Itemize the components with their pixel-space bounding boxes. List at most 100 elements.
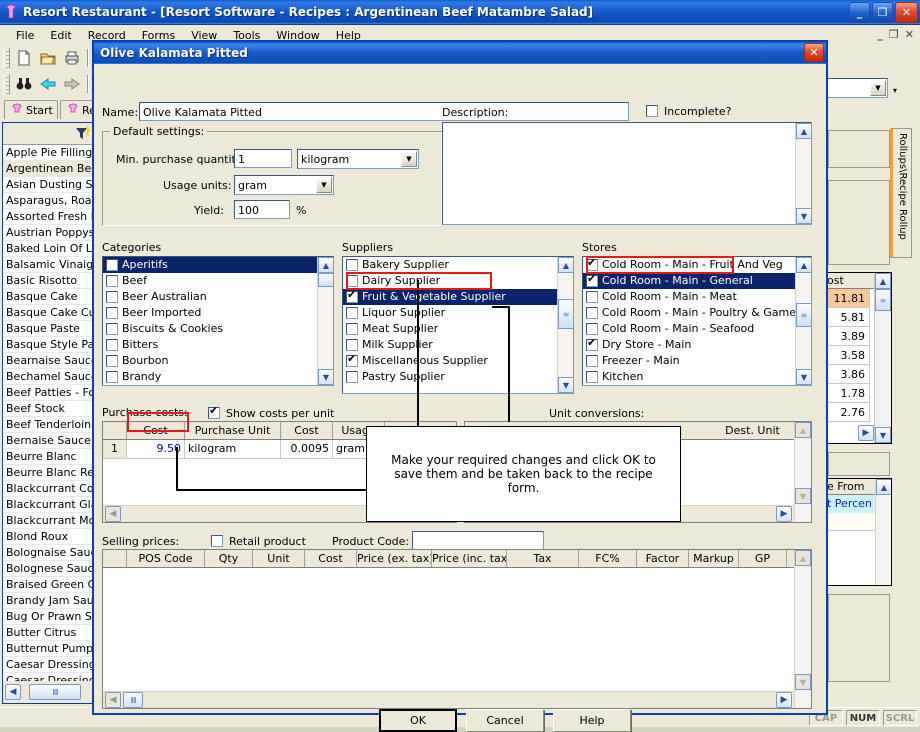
sp-col-rownum[interactable] bbox=[103, 550, 127, 567]
category-item-checkbox[interactable] bbox=[106, 259, 118, 271]
category-item-checkbox[interactable] bbox=[106, 275, 118, 287]
list-item[interactable]: Beef Patties - For bbox=[3, 385, 95, 401]
list-item[interactable]: Bug Or Prawn Sou bbox=[3, 609, 95, 625]
list-item[interactable]: Argentinean Beef bbox=[3, 161, 95, 177]
store-item[interactable]: Cold Room - Main - Fruit And Veg bbox=[583, 257, 796, 273]
sp-col-fc-percent[interactable]: FC% bbox=[579, 550, 637, 567]
supplier-item[interactable]: Miscellaneous Supplier bbox=[343, 353, 558, 369]
recipe-list-hscrollbar[interactable]: ◀ IIII bbox=[3, 681, 95, 703]
stores-items[interactable]: Cold Room - Main - Fruit And Veg Cold Roo… bbox=[583, 257, 796, 385]
list-item[interactable]: Blackcurrant Couli bbox=[3, 481, 95, 497]
mdi-minimize-button[interactable]: _ bbox=[877, 28, 883, 41]
scroll-right-icon[interactable]: ▶ bbox=[776, 692, 792, 708]
cost-cell[interactable]: 3.58 bbox=[825, 346, 870, 365]
category-item[interactable]: Brandy bbox=[103, 369, 318, 385]
supplier-item-checkbox[interactable] bbox=[346, 259, 358, 271]
store-item-checkbox[interactable] bbox=[586, 323, 598, 335]
price-scroll-up-icon[interactable]: ▲ bbox=[876, 479, 891, 495]
category-item[interactable]: Bitters bbox=[103, 337, 318, 353]
pc-col-cost2[interactable]: Cost bbox=[281, 422, 333, 439]
list-item[interactable]: Beef Stock bbox=[3, 401, 95, 417]
supplier-item-checkbox[interactable] bbox=[346, 289, 358, 303]
store-item[interactable]: Freezer - Main bbox=[583, 353, 796, 369]
supplier-item-checkbox[interactable] bbox=[346, 275, 358, 287]
filter-funnel-icon[interactable] bbox=[75, 126, 91, 144]
scroll-left-icon[interactable]: ◀ bbox=[5, 684, 21, 700]
scroll-up-icon[interactable]: ▲ bbox=[795, 422, 811, 438]
sp-col-cost[interactable]: Cost bbox=[305, 550, 357, 567]
list-item[interactable]: Braised Green Cab bbox=[3, 577, 95, 593]
incomplete-checkbox[interactable] bbox=[646, 104, 658, 117]
list-item[interactable]: Asparagus, Roast bbox=[3, 193, 95, 209]
list-item[interactable]: Bolognese Sauce bbox=[3, 561, 95, 577]
list-item[interactable]: Asian Dusting Sug bbox=[3, 177, 95, 193]
categories-items[interactable]: Aperitifs Beef Beer Australian Beer Importe… bbox=[103, 257, 318, 385]
list-item[interactable]: Blackcurrant Glaz bbox=[3, 497, 95, 513]
list-item[interactable]: Blond Roux bbox=[3, 529, 95, 545]
store-item-checkbox[interactable] bbox=[586, 337, 598, 351]
supplier-item[interactable]: Bakery Supplier bbox=[343, 257, 558, 273]
sp-col-qty[interactable]: Qty bbox=[205, 550, 253, 567]
list-item[interactable]: Beurre Blanc Red bbox=[3, 465, 95, 481]
scroll-down-icon[interactable]: ▼ bbox=[796, 208, 811, 224]
category-item[interactable]: Biscuits & Cookies bbox=[103, 321, 318, 337]
print-icon[interactable] bbox=[60, 47, 84, 69]
open-folder-icon[interactable] bbox=[36, 47, 60, 69]
description-vscrollbar[interactable]: ▲ ▼ bbox=[795, 123, 811, 224]
store-item[interactable]: Kitchen bbox=[583, 369, 796, 385]
categories-scroll-thumb[interactable] bbox=[318, 273, 333, 287]
store-item[interactable]: Cold Room - Main - Meat bbox=[583, 289, 796, 305]
restore-button[interactable]: ❐ bbox=[872, 2, 893, 23]
suppliers-listbox[interactable]: Bakery Supplier Dairy Supplier Fruit & Veg… bbox=[342, 256, 574, 394]
cost-grid-vscrollbar[interactable]: ▲ ≡ ▼ bbox=[874, 273, 891, 443]
sp-col-price-ex-tax[interactable]: Price (ex. tax) bbox=[357, 550, 432, 567]
product-code-input[interactable] bbox=[412, 531, 544, 550]
recipe-list[interactable]: Apple Pie Filling Argentinean Beef Asian D… bbox=[3, 145, 95, 681]
scroll-down-icon[interactable]: ▼ bbox=[796, 369, 811, 385]
price-source-grid[interactable]: e From t Percen ▲ bbox=[824, 478, 892, 586]
stores-vscrollbar[interactable]: ▲ ≡ ▼ bbox=[795, 257, 811, 385]
store-item-checkbox[interactable] bbox=[586, 307, 598, 319]
menu-edit[interactable]: Edit bbox=[42, 27, 79, 44]
list-item[interactable]: Bechamel Sauce bbox=[3, 369, 95, 385]
scroll-down-icon[interactable]: ▼ bbox=[795, 488, 811, 504]
pc-purchase-unit-cell[interactable]: kilogram bbox=[185, 440, 281, 459]
category-item-checkbox[interactable] bbox=[106, 307, 118, 319]
supplier-item-checkbox[interactable] bbox=[346, 307, 358, 319]
supplier-item[interactable]: Pastry Supplier bbox=[343, 369, 558, 385]
ok-button[interactable]: OK bbox=[379, 709, 457, 732]
help-button[interactable]: Help bbox=[553, 709, 631, 732]
toolbar-grip-icon[interactable] bbox=[3, 48, 10, 68]
sp-col-unit[interactable]: Unit bbox=[253, 550, 305, 567]
supplier-item[interactable]: Dairy Supplier bbox=[343, 273, 558, 289]
chevron-down-icon[interactable]: ▼ bbox=[316, 177, 332, 193]
list-item[interactable]: Basque Paste bbox=[3, 321, 95, 337]
cost-scroll-right-icon[interactable]: ▶ bbox=[858, 425, 874, 441]
category-item[interactable]: Beer Imported bbox=[103, 305, 318, 321]
list-item[interactable]: Butternut Pumpkin bbox=[3, 641, 95, 657]
supplier-item[interactable]: Liquor Supplier bbox=[343, 305, 558, 321]
list-item[interactable]: Basque Style Past bbox=[3, 337, 95, 353]
suppliers-scroll-thumb[interactable]: ≡ bbox=[558, 299, 573, 329]
store-item[interactable]: Cold Room - Main - General bbox=[583, 273, 796, 289]
store-item-checkbox[interactable] bbox=[586, 371, 598, 383]
supplier-item-checkbox[interactable] bbox=[346, 371, 358, 383]
list-item[interactable]: Beef Tenderloin W bbox=[3, 417, 95, 433]
scroll-up-icon[interactable]: ▲ bbox=[796, 123, 811, 139]
list-item[interactable]: Blackcurrant Mous bbox=[3, 513, 95, 529]
store-item[interactable]: Cold Room - Main - Seafood bbox=[583, 321, 796, 337]
show-costs-checkbox[interactable] bbox=[208, 405, 220, 419]
menu-file[interactable]: File bbox=[8, 27, 42, 44]
list-item[interactable]: Bolognaise Sauce bbox=[3, 545, 95, 561]
scroll-right-icon[interactable]: ▶ bbox=[776, 506, 792, 522]
list-item[interactable]: Bearnaise Sauce bbox=[3, 353, 95, 369]
list-item[interactable]: Butter Citrus bbox=[3, 625, 95, 641]
store-item-checkbox[interactable] bbox=[586, 355, 598, 367]
supplier-item[interactable]: Fruit & Vegetable Supplier bbox=[343, 289, 558, 305]
categories-listbox[interactable]: Aperitifs Beef Beer Australian Beer Importe… bbox=[102, 256, 334, 386]
stores-listbox[interactable]: Cold Room - Main - Fruit And Veg Cold Roo… bbox=[582, 256, 812, 386]
supplier-item[interactable]: Meat Supplier bbox=[343, 321, 558, 337]
list-item[interactable]: Assorted Fresh He bbox=[3, 209, 95, 225]
list-item[interactable]: Bernaise Sauce bbox=[3, 433, 95, 449]
supplier-item[interactable]: Milk Supplier bbox=[343, 337, 558, 353]
